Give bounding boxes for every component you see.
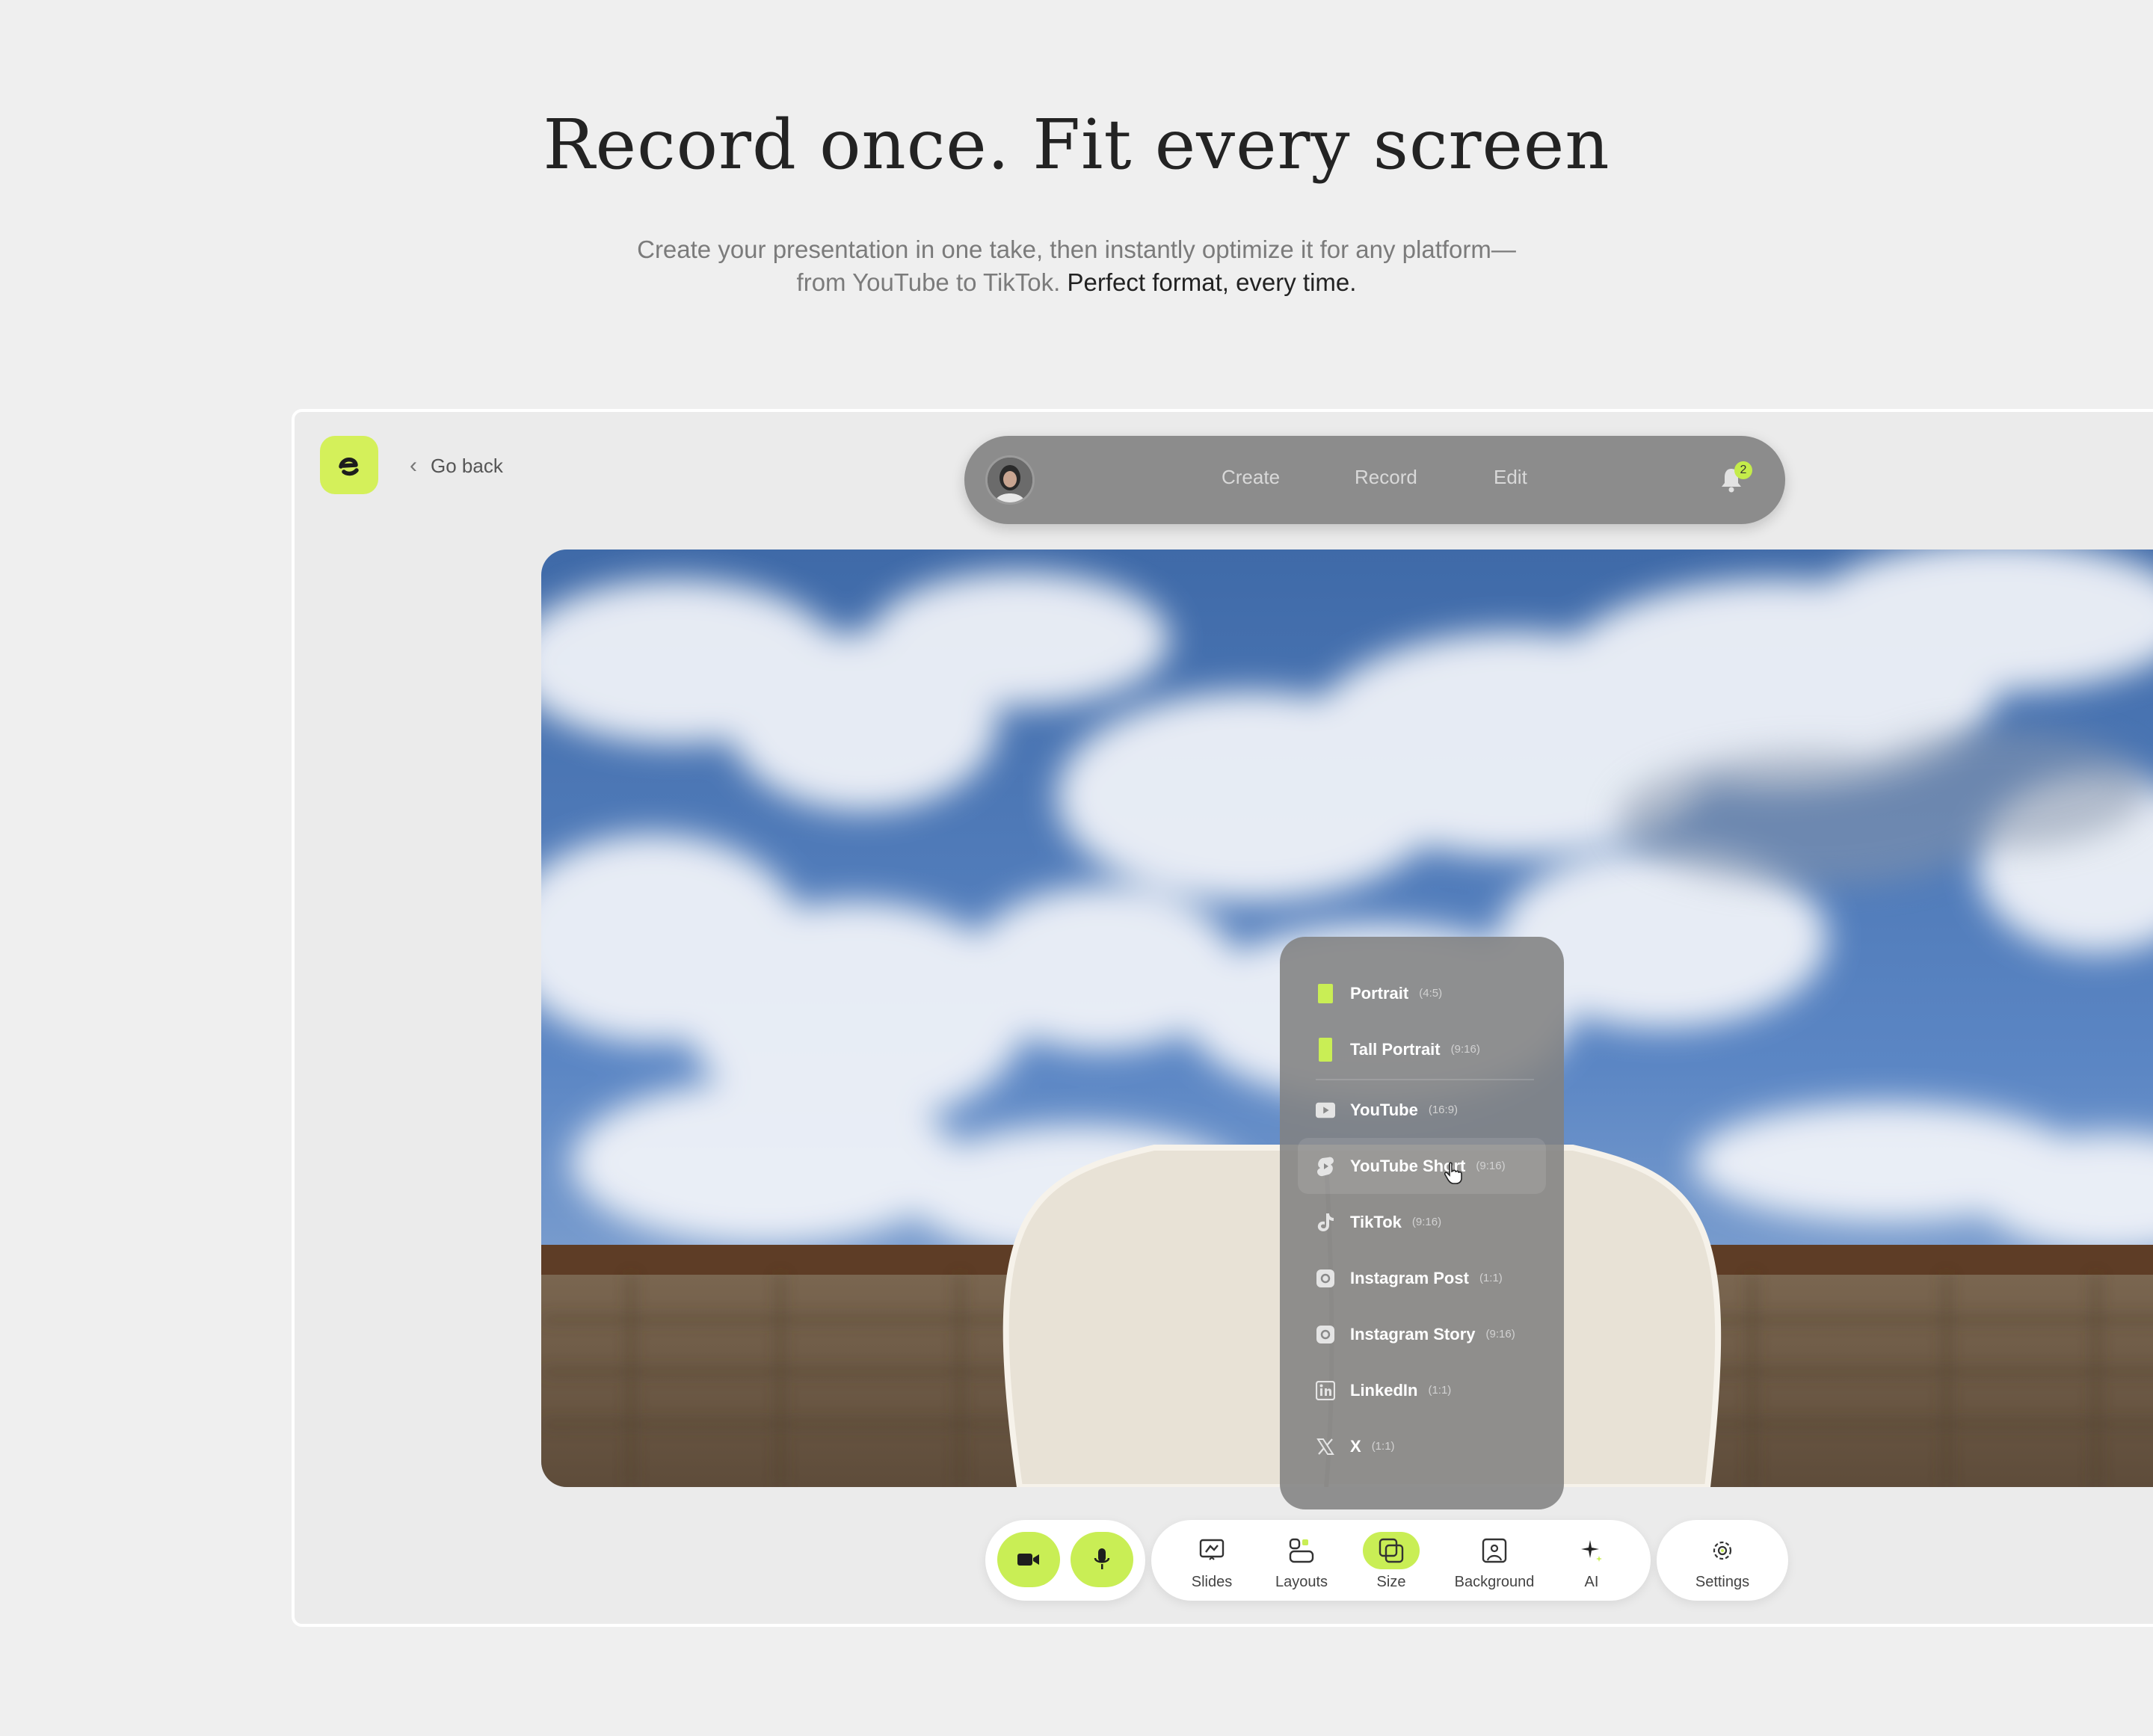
menu-item-label: YouTube: [1350, 1100, 1418, 1119]
youtube-icon: [1316, 1101, 1335, 1120]
menu-item-ratio: (9:16): [1476, 1160, 1506, 1172]
tool-slides[interactable]: Slides: [1171, 1532, 1253, 1592]
logo-icon: [339, 458, 359, 476]
menu-item-tall-portrait[interactable]: Tall Portrait (9:16): [1298, 1021, 1546, 1077]
menu-item-label: Tall Portrait: [1350, 1039, 1441, 1059]
slides-icon: [1183, 1532, 1240, 1569]
menu-item-portrait[interactable]: Portrait (4:5): [1298, 965, 1546, 1021]
menu-item-ratio: (4:5): [1419, 987, 1443, 1000]
background-image-icon: [1466, 1532, 1523, 1569]
tall-portrait-icon: [1316, 1037, 1335, 1062]
tool-settings[interactable]: Settings: [1681, 1532, 1764, 1592]
size-format-menu: Portrait (4:5) Tall Portrait (9:16) YouT…: [1280, 937, 1564, 1509]
instagram-icon: [1316, 1269, 1335, 1288]
tool-label: Settings: [1695, 1574, 1750, 1590]
menu-item-x[interactable]: X (1:1): [1298, 1418, 1546, 1474]
go-back-link[interactable]: ‹ Go back: [410, 452, 503, 479]
editing-toolbar: Slides Layouts Size Background AI: [1151, 1520, 1651, 1601]
menu-item-ratio: (9:16): [1411, 1216, 1442, 1228]
chevron-left-icon: ‹: [410, 453, 417, 478]
app-window: ‹ Go back Create Record Edit 2 Portrait …: [292, 409, 2153, 1627]
subtitle-emphasis: Perfect format, every time.: [1067, 268, 1357, 296]
menu-item-label: X: [1350, 1436, 1361, 1456]
menu-item-ratio: (9:16): [1450, 1043, 1480, 1056]
go-back-label: Go back: [431, 454, 503, 477]
video-camera-icon: [1017, 1554, 1039, 1566]
gear-icon: [1694, 1532, 1751, 1569]
top-navigation-bar: Create Record Edit 2: [964, 436, 1785, 524]
nav-create[interactable]: Create: [1222, 466, 1280, 489]
microphone-icon: [1094, 1548, 1110, 1569]
tool-label: AI: [1584, 1574, 1599, 1590]
tool-background[interactable]: Background: [1453, 1532, 1536, 1592]
menu-item-ratio: (9:16): [1485, 1328, 1515, 1341]
tool-ai[interactable]: AI: [1550, 1532, 1633, 1592]
youtube-shorts-icon: [1316, 1157, 1335, 1176]
menu-item-instagram-post[interactable]: Instagram Post (1:1): [1298, 1250, 1546, 1306]
menu-item-ratio: (1:1): [1479, 1272, 1503, 1284]
menu-item-label: Instagram Story: [1350, 1324, 1476, 1343]
app-logo[interactable]: [320, 436, 378, 494]
menu-item-ratio: (16:9): [1428, 1104, 1459, 1116]
menu-item-ratio: (1:1): [1371, 1440, 1395, 1453]
tiktok-icon: [1316, 1213, 1335, 1232]
page: Record once. Fit every screen Create you…: [0, 0, 2153, 1736]
menu-item-instagram-story[interactable]: Instagram Story (9:16): [1298, 1306, 1546, 1362]
tool-label: Layouts: [1275, 1574, 1328, 1590]
page-title: Record once. Fit every screen: [543, 105, 1610, 185]
menu-item-label: Instagram Post: [1350, 1268, 1469, 1287]
nav-edit[interactable]: Edit: [1494, 466, 1527, 489]
nav-record[interactable]: Record: [1355, 466, 1417, 489]
portrait-icon: [1316, 983, 1335, 1003]
menu-item-linkedin[interactable]: LinkedIn (1:1): [1298, 1362, 1546, 1418]
instagram-icon: [1316, 1325, 1335, 1344]
page-subtitle: Create your presentation in one take, th…: [553, 233, 1600, 299]
menu-item-youtube-short[interactable]: YouTube Short (9:16): [1298, 1138, 1546, 1194]
linkedin-icon: [1316, 1380, 1335, 1400]
menu-item-label: LinkedIn: [1350, 1380, 1418, 1400]
notification-badge: 2: [1734, 461, 1752, 479]
menu-item-youtube[interactable]: YouTube (16:9): [1298, 1082, 1546, 1138]
tool-label: Slides: [1191, 1574, 1233, 1590]
menu-item-label: Portrait: [1350, 983, 1409, 1003]
tool-layouts[interactable]: Layouts: [1260, 1532, 1343, 1592]
microphone-toggle-button[interactable]: [1071, 1532, 1133, 1587]
avatar[interactable]: [985, 455, 1035, 505]
tool-label: Background: [1454, 1574, 1535, 1590]
sparkle-icon: [1563, 1532, 1620, 1569]
tool-label: Size: [1376, 1574, 1406, 1590]
x-icon: [1316, 1437, 1335, 1456]
subtitle-line-1: Create your presentation in one take, th…: [637, 236, 1516, 263]
record-controls: [985, 1520, 1145, 1601]
menu-divider: [1316, 1079, 1534, 1080]
layouts-icon: [1273, 1532, 1330, 1569]
menu-item-label: TikTok: [1350, 1212, 1402, 1231]
tool-size[interactable]: Size: [1350, 1532, 1432, 1592]
menu-item-ratio: (1:1): [1428, 1384, 1452, 1397]
subtitle-line-2: from YouTube to TikTok.: [796, 268, 1068, 296]
hand-cursor-icon: [1444, 1162, 1462, 1184]
resize-icon: [1363, 1532, 1420, 1569]
settings-group: Settings: [1657, 1520, 1788, 1601]
camera-toggle-button[interactable]: [997, 1532, 1060, 1587]
menu-item-tiktok[interactable]: TikTok (9:16): [1298, 1194, 1546, 1250]
